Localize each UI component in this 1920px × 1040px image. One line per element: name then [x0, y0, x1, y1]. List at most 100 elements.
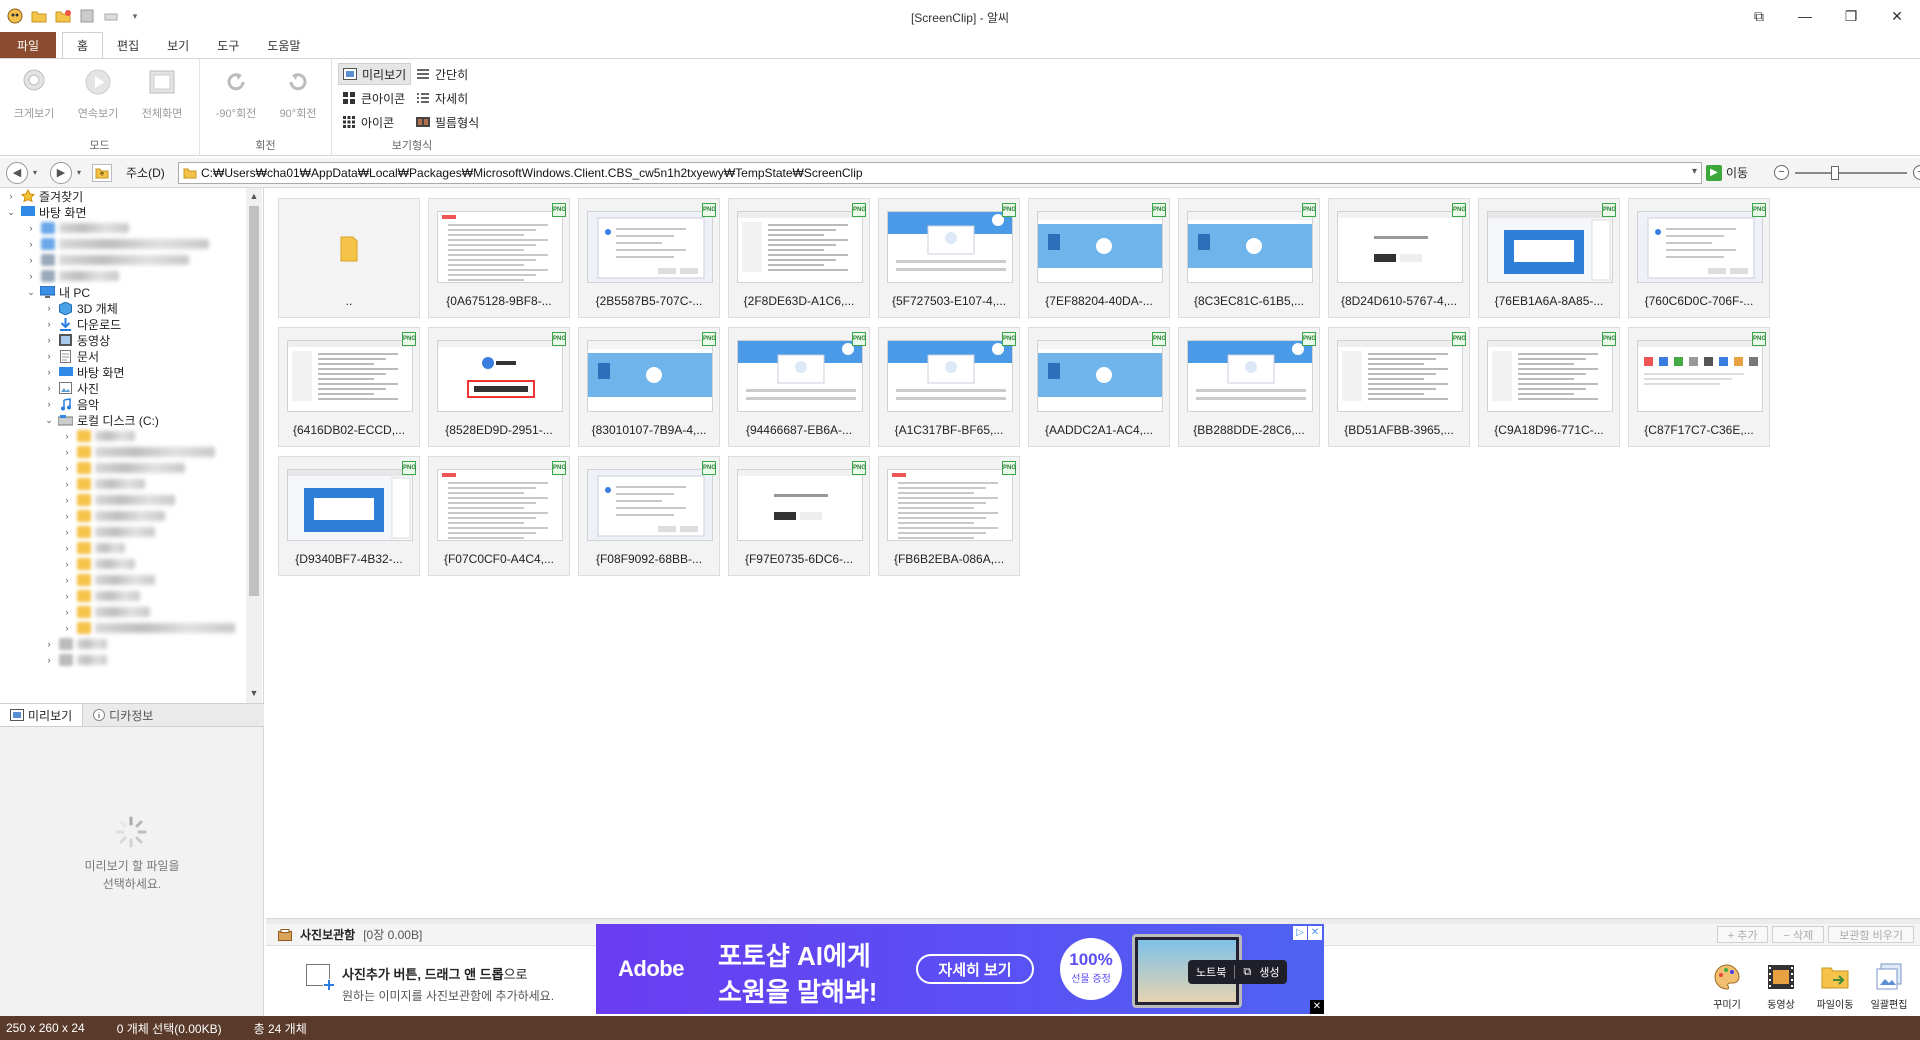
- thumbnail-item[interactable]: PNG {C87F17C7-C36E,...: [1628, 327, 1770, 447]
- thumbnail-item[interactable]: PNG {8D24D610-5767-4,...: [1328, 198, 1470, 318]
- tab-camera-info[interactable]: 디카정보: [83, 704, 163, 726]
- photo-box-clear-button[interactable]: 보관함 비우기: [1828, 926, 1914, 943]
- alsee-logo-icon[interactable]: [6, 7, 24, 25]
- fullscreen-button[interactable]: 전체화면: [134, 65, 190, 121]
- tree-item-desktop[interactable]: ⌄ 바탕 화면: [6, 204, 86, 220]
- rotate-left-button[interactable]: -90°회전: [208, 65, 264, 121]
- thumbnail-item[interactable]: PNG {BD51AFBB-3965,...: [1328, 327, 1470, 447]
- tree-item-blurred[interactable]: ›: [62, 556, 135, 572]
- collapse-icon[interactable]: ⌄: [44, 415, 54, 426]
- back-button[interactable]: ◀: [6, 161, 28, 184]
- thumbnail-item[interactable]: PNG {8528ED9D-2951-...: [428, 327, 570, 447]
- photo-box-add-button[interactable]: + 추가: [1716, 926, 1769, 943]
- tree-item-blurred[interactable]: ›: [44, 636, 107, 652]
- thumbnail-item[interactable]: PNG {2F8DE63D-A1C6,...: [728, 198, 870, 318]
- tree-scrollbar[interactable]: ▲ ▼: [246, 188, 262, 703]
- address-path-field[interactable]: C:₩Users₩cha01₩AppData₩Local₩Packages₩Mi…: [178, 162, 1702, 184]
- tree-item-blurred[interactable]: ›: [62, 492, 175, 508]
- tree-item-blurred[interactable]: ›: [26, 252, 189, 268]
- ad-banner[interactable]: Adobe 포토샵 AI에게 소원을 말해봐! 자세히 보기 100% 선물 증…: [596, 924, 1324, 1014]
- large-view-button[interactable]: 크게보기: [6, 65, 62, 121]
- thumbnail-item[interactable]: PNG {76EB1A6A-8A85-...: [1478, 198, 1620, 318]
- thumbnail-item[interactable]: PNG {8C3EC81C-61B5,...: [1178, 198, 1320, 318]
- save-icon[interactable]: [78, 7, 96, 25]
- tree-item-downloads[interactable]: › 다운로드: [44, 316, 121, 332]
- tree-item-local-disk[interactable]: ⌄ 로컬 디스크 (C:): [44, 412, 159, 428]
- thumbnail-item[interactable]: PNG {6416DB02-ECCD,...: [278, 327, 420, 447]
- parent-folder-item[interactable]: ..: [278, 198, 420, 318]
- tree-item-pictures[interactable]: › 사진: [44, 380, 100, 396]
- view-simple-button[interactable]: 간단히: [412, 63, 472, 85]
- tree-item-3d-objects[interactable]: › 3D 개체: [44, 300, 118, 316]
- tab-preview[interactable]: 미리보기: [0, 704, 84, 726]
- folder-up-button[interactable]: [92, 163, 112, 182]
- photo-box-delete-button[interactable]: − 삭제: [1772, 926, 1825, 943]
- new-folder-icon[interactable]: [54, 7, 72, 25]
- tree-item-desktop-pc[interactable]: › 바탕 화면: [44, 364, 125, 380]
- tab-home[interactable]: 홈: [62, 32, 104, 58]
- forward-button[interactable]: ▶: [50, 161, 72, 184]
- zoom-slider-thumb[interactable]: [1831, 165, 1840, 180]
- collapse-icon[interactable]: ⌄: [26, 287, 36, 298]
- tab-edit[interactable]: 편집: [103, 32, 153, 58]
- thumbnail-item[interactable]: PNG {D9340BF7-4B32-...: [278, 456, 420, 576]
- thumbnail-item[interactable]: PNG {F08F9092-68BB-...: [578, 456, 720, 576]
- tree-item-blurred[interactable]: ›: [62, 524, 155, 540]
- thumbnail-item[interactable]: PNG {5F727503-E107-4,...: [878, 198, 1020, 318]
- ad-cta-button[interactable]: 자세히 보기: [916, 954, 1034, 984]
- close-icon[interactable]: ✕: [1874, 0, 1920, 32]
- tree-item-blurred[interactable]: ›: [62, 460, 185, 476]
- expand-icon[interactable]: ›: [6, 191, 16, 201]
- tree-item-blurred[interactable]: ›: [62, 604, 150, 620]
- tab-file[interactable]: 파일: [0, 32, 56, 58]
- tree-item-blurred[interactable]: ›: [44, 652, 107, 668]
- view-preview-button[interactable]: 미리보기: [338, 63, 412, 85]
- minimize-icon[interactable]: —: [1782, 0, 1828, 32]
- view-icons-button[interactable]: 아이콘: [338, 111, 398, 133]
- batch-edit-button[interactable]: 일괄편집: [1866, 962, 1912, 1011]
- decorate-button[interactable]: 꾸미기: [1704, 962, 1750, 1011]
- zoom-in-icon[interactable]: +: [1913, 165, 1920, 180]
- open-folder-icon[interactable]: [30, 7, 48, 25]
- add-photo-icon[interactable]: [306, 964, 335, 991]
- thumbnail-item[interactable]: PNG {AADDC2A1-AC4,...: [1028, 327, 1170, 447]
- thumbnail-item[interactable]: PNG {BB288DDE-28C6,...: [1178, 327, 1320, 447]
- zoom-slider[interactable]: [1795, 165, 1907, 180]
- tab-view[interactable]: 보기: [153, 32, 203, 58]
- back-history-chevron-icon[interactable]: ▾: [28, 168, 42, 177]
- tree-item-blurred[interactable]: ›: [62, 444, 215, 460]
- tree-item-blurred[interactable]: ›: [26, 220, 129, 236]
- ad-choices-icon[interactable]: ▷ ✕: [1293, 926, 1322, 940]
- address-dropdown-icon[interactable]: ▾: [1692, 166, 1697, 177]
- thumbnail-item[interactable]: PNG {FB6B2EBA-086A,...: [878, 456, 1020, 576]
- tree-item-blurred[interactable]: ›: [62, 476, 145, 492]
- view-filmstrip-button[interactable]: 필름형식: [412, 111, 483, 133]
- tree-item-documents[interactable]: › 문서: [44, 348, 99, 364]
- print-icon[interactable]: [102, 7, 120, 25]
- zoom-out-icon[interactable]: −: [1774, 165, 1789, 180]
- view-details-button[interactable]: 자세히: [412, 87, 472, 109]
- scrollbar-thumb[interactable]: [249, 206, 259, 596]
- tree-item-blurred[interactable]: ›: [62, 588, 140, 604]
- thumbnail-item[interactable]: PNG {F97E0735-6DC6-...: [728, 456, 870, 576]
- video-button[interactable]: 동영상: [1758, 962, 1804, 1011]
- thumbnail-item[interactable]: PNG {2B5587B5-707C-...: [578, 198, 720, 318]
- tree-item-my-pc[interactable]: ⌄ 내 PC: [26, 284, 90, 300]
- rotate-right-button[interactable]: 90°회전: [270, 65, 326, 121]
- tab-help[interactable]: 도움말: [253, 32, 314, 58]
- tab-tools[interactable]: 도구: [203, 32, 253, 58]
- thumbnail-item[interactable]: PNG {F07C0CF0-A4C4,...: [428, 456, 570, 576]
- tree-item-blurred[interactable]: ›: [62, 620, 235, 636]
- tree-item-blurred[interactable]: ›: [26, 268, 119, 284]
- scroll-up-icon[interactable]: ▲: [246, 188, 262, 204]
- go-button[interactable]: ▶ 이동: [1706, 164, 1748, 181]
- tree-item-blurred[interactable]: ›: [62, 428, 135, 444]
- customize-chevron-icon[interactable]: ▾: [126, 7, 144, 25]
- thumbnail-item[interactable]: PNG {7EF88204-40DA-...: [1028, 198, 1170, 318]
- tree-item-music[interactable]: › 음악: [44, 396, 100, 412]
- view-large-icons-button[interactable]: 큰아이콘: [338, 87, 409, 109]
- scroll-down-icon[interactable]: ▼: [246, 685, 262, 701]
- restore-icon[interactable]: ⧉: [1736, 0, 1782, 32]
- forward-history-chevron-icon[interactable]: ▾: [72, 168, 86, 177]
- thumbnail-item[interactable]: PNG {83010107-7B9A-4,...: [578, 327, 720, 447]
